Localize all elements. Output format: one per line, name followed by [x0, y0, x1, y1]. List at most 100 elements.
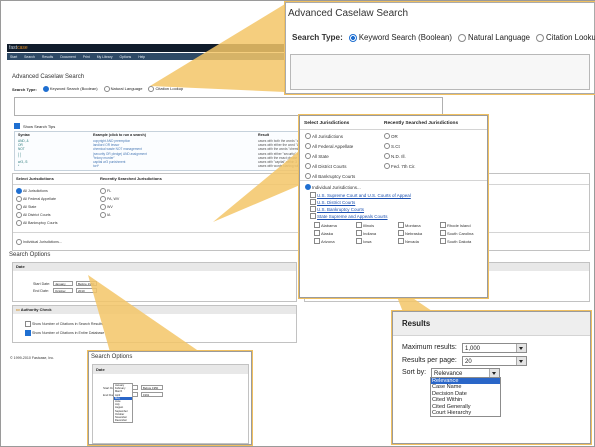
radio-icon	[16, 212, 22, 218]
radio-icon	[384, 163, 390, 169]
jur-bankruptcy[interactable]: All Bankruptcy Courts	[16, 220, 58, 226]
radio-selected-icon	[42, 86, 49, 92]
state-checkbox[interactable]: Alabama	[314, 222, 337, 228]
radio-icon	[305, 163, 311, 169]
jur-district[interactable]: All District Courts	[16, 212, 51, 218]
state-checkbox[interactable]: South Dakota	[440, 238, 471, 244]
callout-jur-bankruptcy[interactable]: All Bankruptcy Courts	[305, 173, 355, 179]
month-dropdown-list: January February March April May June July Augu…	[113, 383, 133, 424]
link-district-courts[interactable]: U.S. District Courts	[310, 199, 355, 205]
callout-natural-radio[interactable]: Natural Language	[458, 33, 530, 42]
checkbox-icon	[440, 230, 446, 236]
link-state-courts[interactable]: State Supreme and Appeals Courts	[310, 213, 388, 219]
sort-option-court-hierarchy[interactable]: Court Hierarchy	[431, 410, 500, 416]
recent-pa-wv[interactable]: PA, WV	[100, 196, 119, 202]
nav-results[interactable]: Results	[42, 55, 53, 59]
state-checkbox[interactable]: Rhode Island	[440, 222, 471, 228]
callout-max-label: Maximum results:	[402, 344, 457, 351]
copyright: © 1999-2010 Fastcase, Inc.	[10, 356, 55, 360]
nav-start[interactable]: Start	[10, 55, 17, 59]
nav-options[interactable]: Options	[120, 55, 132, 59]
end-year-select[interactable]: 2010	[76, 288, 97, 293]
callout-jur-all[interactable]: All Jurisdictions	[305, 133, 343, 139]
end-month-select[interactable]: October	[53, 288, 73, 293]
app-logo: fastcase	[9, 45, 28, 51]
recent-jurisdictions-header: Recently Searched Jurisdictions	[100, 176, 162, 181]
jur-all[interactable]: All Jurisdictions	[16, 188, 48, 194]
query-textarea[interactable]	[14, 97, 443, 116]
jur-state[interactable]: All State	[16, 204, 36, 210]
radio-icon	[100, 204, 106, 210]
radio-selected-icon	[348, 33, 357, 42]
radio-icon	[100, 212, 106, 218]
search-options-title: Search Options	[9, 252, 51, 258]
authority-opt-search[interactable]: Show Number of Citations in Search Resul…	[25, 321, 103, 327]
link-bankruptcy-courts[interactable]: U.S. Bankruptcy Courts	[310, 206, 364, 212]
link-supreme-appeals[interactable]: U.S. Supreme Court and U.S. Courts of Ap…	[310, 192, 411, 198]
nav-document[interactable]: Document	[60, 55, 75, 59]
search-type-natural[interactable]: Natural Language	[103, 86, 142, 92]
state-checkbox[interactable]: South Carolina	[440, 230, 473, 236]
callout-search-type-label: Search Type:	[292, 33, 343, 42]
nav-my-library[interactable]: My Library	[97, 55, 113, 59]
radio-selected-icon	[16, 188, 22, 194]
state-checkbox[interactable]: Nebraska	[398, 230, 422, 236]
callout-search-type-row: Search Type: Keyword Search (Boolean) Na…	[292, 33, 595, 42]
callout-sort-label: Sort by:	[402, 369, 427, 376]
search-type-row: Search Type: Keyword Search (Boolean) Na…	[12, 86, 183, 92]
jur-federal-appellate[interactable]: All Federal Appellate	[16, 196, 56, 202]
callout-jur-state[interactable]: All State	[305, 153, 329, 159]
radio-icon	[100, 196, 106, 202]
search-type-label: Search Type:	[12, 86, 37, 92]
callout-citation-radio[interactable]: Citation Lookup	[536, 33, 595, 42]
radio-icon	[384, 153, 390, 159]
callout-jur-federal[interactable]: All Federal Appellate	[305, 143, 353, 149]
state-checkbox[interactable]: Nevada	[398, 238, 419, 244]
nav-print[interactable]: Print	[83, 55, 90, 59]
nav-search[interactable]: Search	[24, 55, 35, 59]
state-checkbox[interactable]: Indiana	[356, 230, 376, 236]
recent-ia[interactable]: IA	[100, 212, 110, 218]
search-type-citation[interactable]: Citation Lookup	[148, 86, 183, 92]
radio-icon	[16, 239, 22, 245]
nav-help[interactable]: Help	[138, 55, 145, 59]
callout-query-textarea[interactable]	[290, 54, 590, 90]
callout-end-year[interactable]: 1991	[141, 392, 163, 397]
radio-selected-icon	[305, 184, 311, 190]
syntax-example-cell[interactable]: tort*	[93, 164, 99, 168]
callout-keyword-radio[interactable]: Keyword Search (Boolean)	[348, 33, 452, 42]
start-month-select[interactable]: January	[53, 281, 73, 286]
search-type-keyword[interactable]: Keyword Search (Boolean)	[42, 86, 98, 92]
callout-max-select[interactable]: 1,000	[462, 343, 527, 353]
recent-fl[interactable]: FL	[100, 188, 111, 194]
state-checkbox[interactable]: Iowa	[356, 238, 371, 244]
start-mode-select[interactable]: Before 1950	[76, 281, 97, 286]
radio-icon	[100, 188, 106, 194]
callout-recent-sct[interactable]: S.Ct	[384, 143, 400, 149]
jur-individual[interactable]: Individual Jurisdictions...	[16, 239, 62, 245]
chevron-down-icon	[516, 357, 526, 365]
callout-per-page-select[interactable]: 20	[462, 356, 527, 366]
callout-recent-or[interactable]: OR	[384, 133, 398, 139]
authority-opt-database[interactable]: Show Number of Citations in Entire Datab…	[25, 330, 104, 336]
state-checkbox[interactable]: Illinois	[356, 222, 374, 228]
checkbox-icon	[356, 230, 362, 236]
month-option[interactable]: December	[114, 419, 132, 422]
callout-recent-ndill[interactable]: N.D. Ill.	[384, 153, 406, 159]
result-header: Result	[258, 133, 269, 137]
radio-icon	[305, 153, 311, 159]
callout-jur-district[interactable]: All District Courts	[305, 163, 347, 169]
callout-recent-fed7[interactable]: Fed. 7th Cir.	[384, 163, 416, 169]
recent-wv[interactable]: WV	[100, 204, 113, 210]
state-checkbox[interactable]: Alaska	[314, 230, 333, 236]
callout-jur-individual[interactable]: Individual Jurisdictions...	[305, 184, 361, 190]
logo-suffix: case	[17, 45, 28, 51]
checkbox-icon	[440, 238, 446, 244]
checkbox-checked-icon	[14, 123, 20, 129]
show-search-tips[interactable]: Show Search Tips	[14, 123, 55, 129]
state-checkbox[interactable]: Arizona	[314, 238, 335, 244]
checkbox-checked-icon	[25, 330, 31, 336]
divider	[300, 180, 487, 181]
state-checkbox[interactable]: Montana	[398, 222, 421, 228]
callout-start-mode[interactable]: Before 1950	[141, 385, 163, 390]
